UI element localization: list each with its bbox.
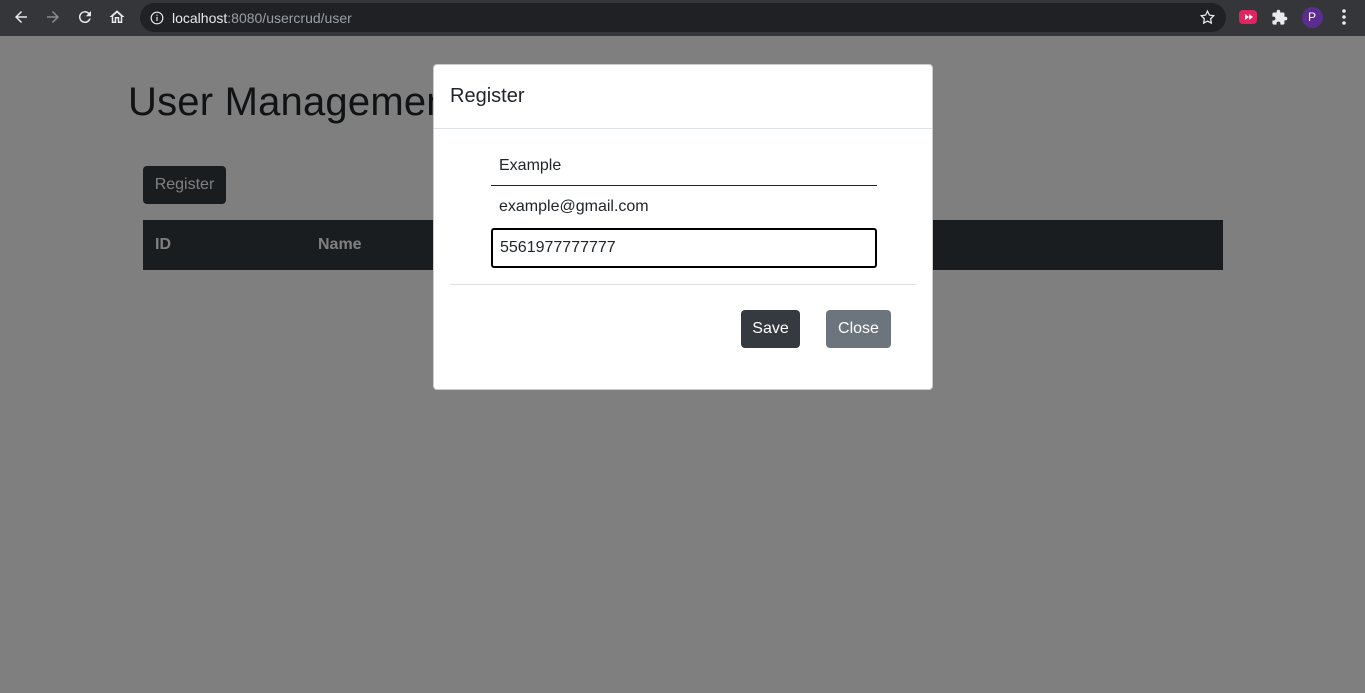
- email-input[interactable]: [491, 187, 877, 227]
- extension-button[interactable]: [1237, 6, 1259, 28]
- modal-footer-divider: [450, 284, 916, 285]
- bookmark-star-icon[interactable]: [1199, 9, 1216, 26]
- url-path: :8080/usercrud/user: [227, 9, 352, 26]
- video-extension-icon: [1239, 10, 1257, 24]
- name-input[interactable]: [491, 146, 877, 186]
- profile-button[interactable]: P: [1301, 6, 1323, 28]
- info-icon: [150, 11, 164, 24]
- close-button[interactable]: Close: [826, 310, 891, 348]
- kebab-menu-icon: [1342, 9, 1346, 25]
- extensions-menu-button[interactable]: [1268, 6, 1290, 28]
- home-icon: [109, 10, 125, 23]
- url-host: localhost: [172, 9, 228, 26]
- reload-icon: [78, 11, 91, 24]
- address-bar[interactable]: localhost:8080/usercrud/user: [140, 3, 1226, 32]
- url-text: localhost:8080/usercrud/user: [172, 10, 352, 26]
- reload-button[interactable]: [69, 1, 101, 33]
- save-button[interactable]: Save: [741, 310, 800, 348]
- phone-input[interactable]: [491, 228, 877, 268]
- puzzle-icon: [1271, 9, 1287, 25]
- modal-title: Register: [450, 85, 525, 107]
- browser-menu-button[interactable]: [1333, 6, 1355, 28]
- forward-button[interactable]: [37, 1, 69, 33]
- avatar: P: [1301, 6, 1323, 28]
- home-button[interactable]: [101, 1, 133, 33]
- arrow-left-icon: [15, 11, 27, 23]
- register-modal: Register Save Close: [433, 64, 933, 390]
- modal-header: Register: [434, 65, 932, 129]
- back-button[interactable]: [5, 1, 37, 33]
- browser-toolbar: localhost:8080/usercrud/user P: [0, 0, 1365, 36]
- arrow-right-icon: [47, 11, 59, 23]
